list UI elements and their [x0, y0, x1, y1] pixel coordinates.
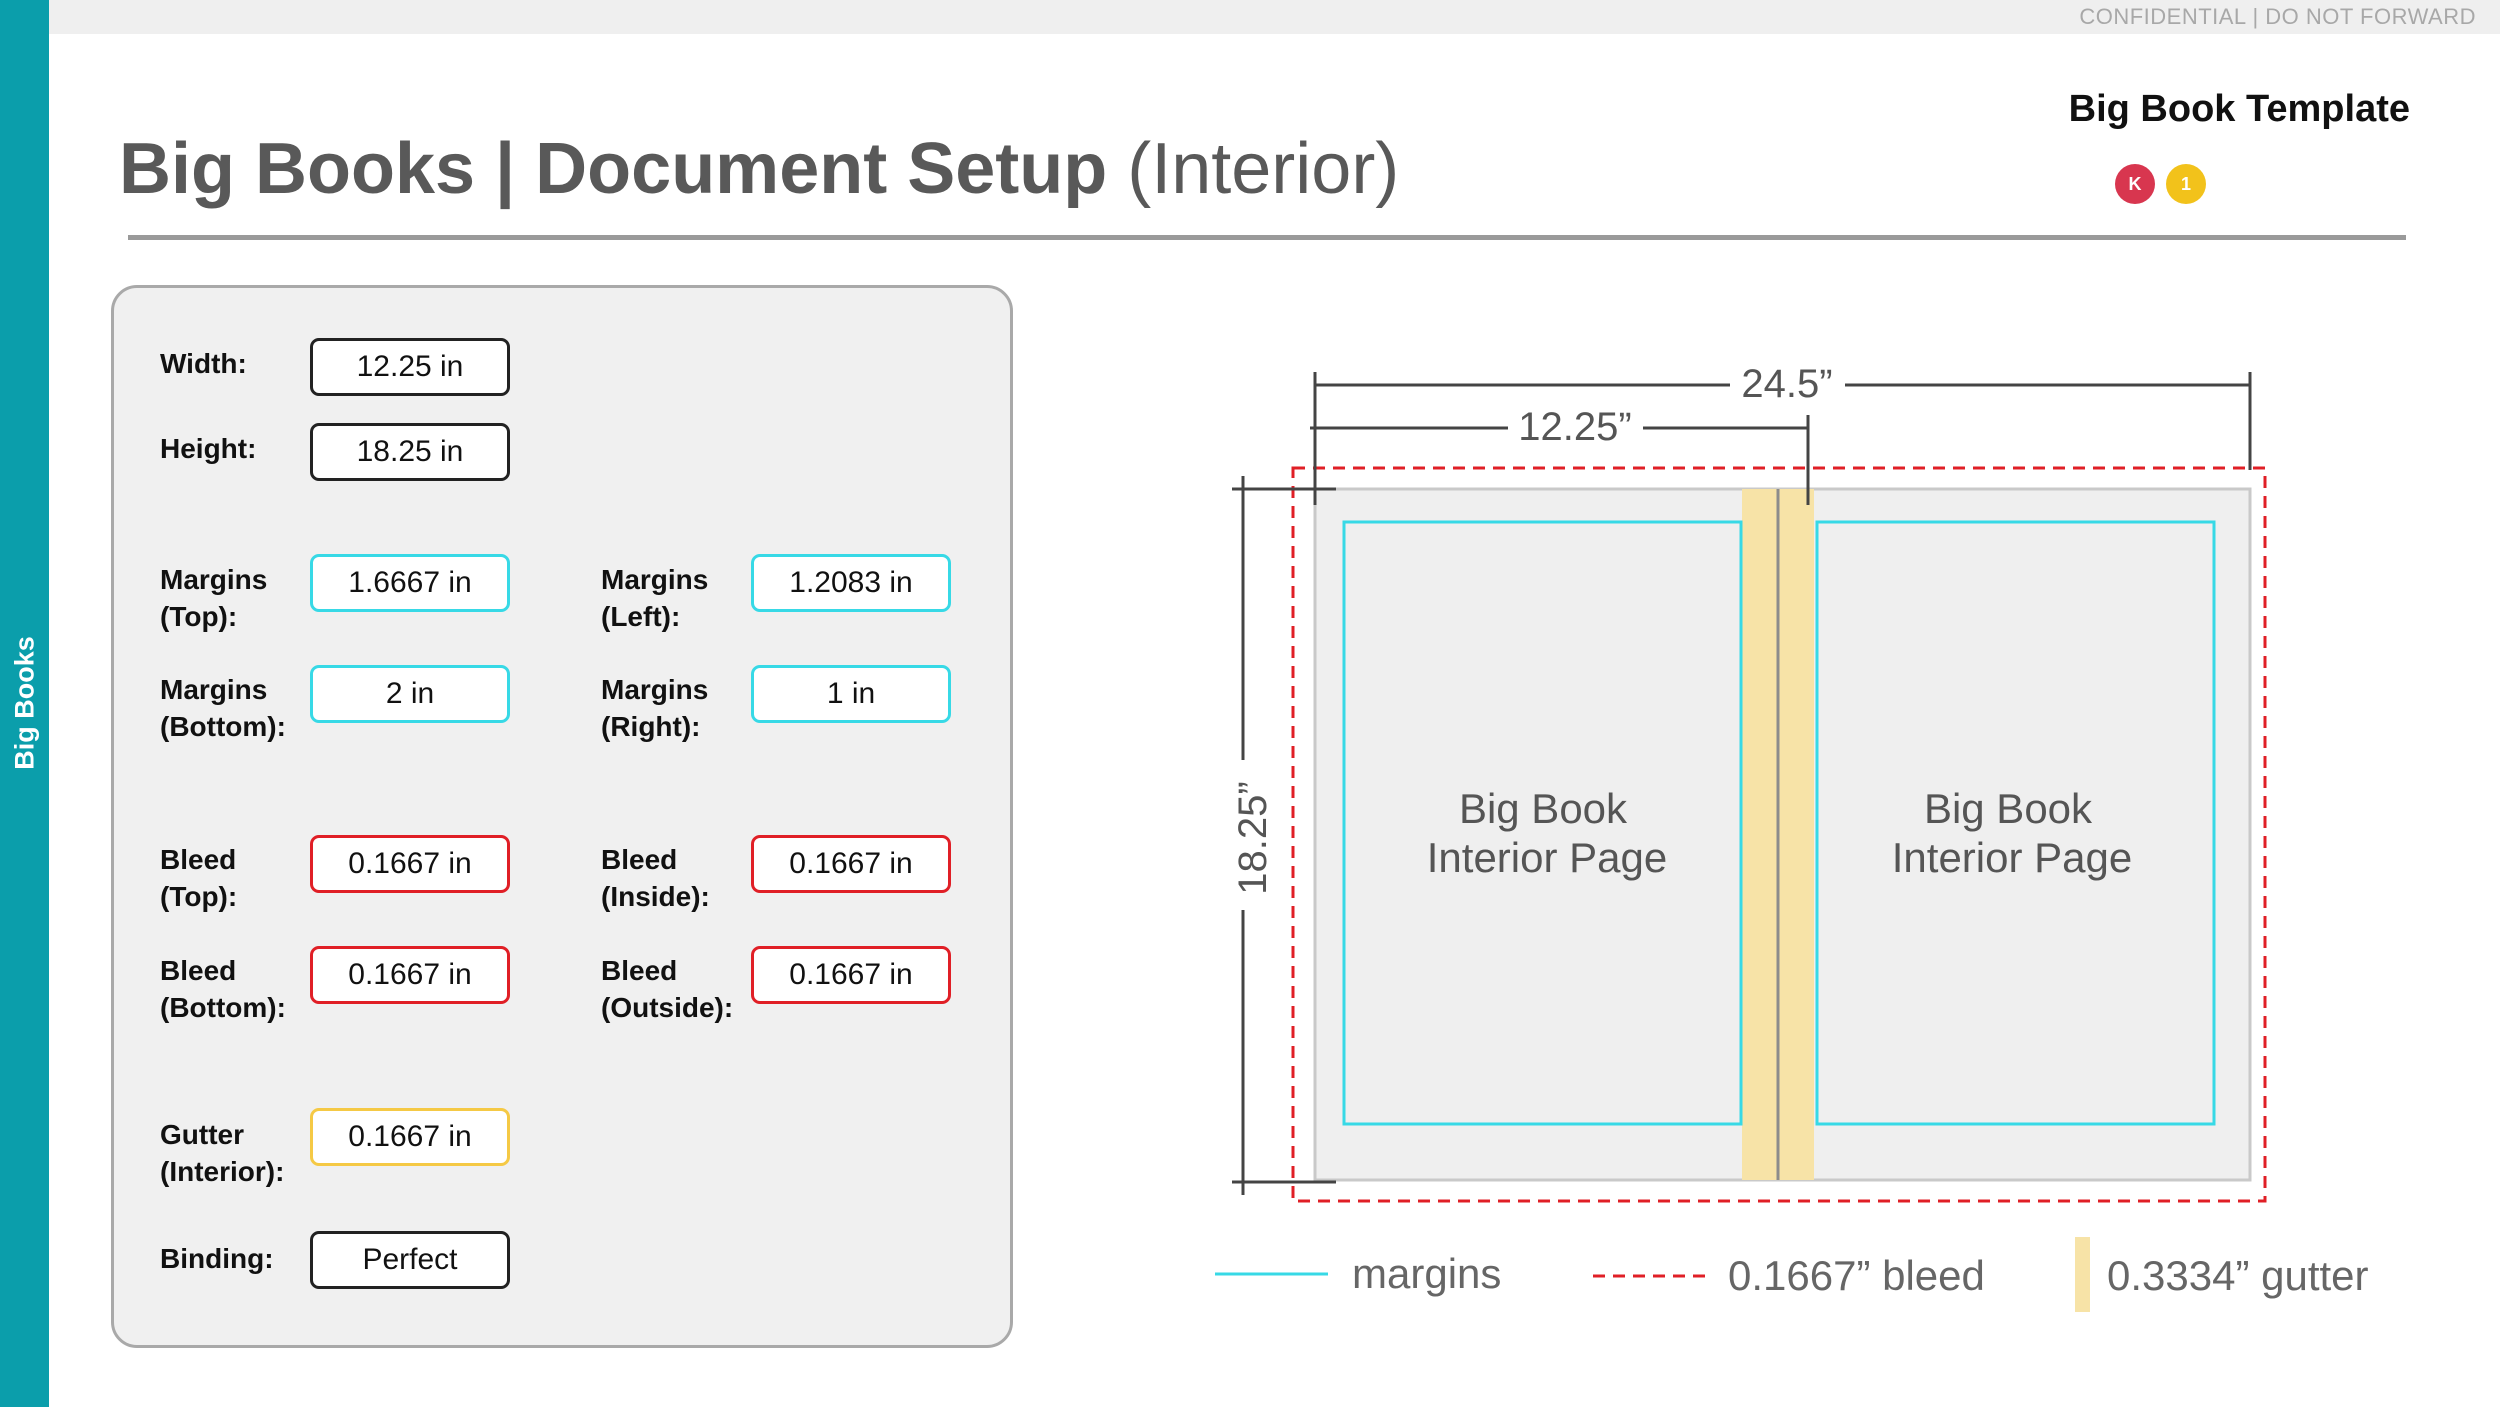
right-page-text-line1: Big Book: [1924, 785, 2093, 832]
legend-gutter-swatch: [2075, 1237, 2090, 1312]
legend-bleed-label: 0.1667” bleed: [1728, 1252, 1985, 1299]
legend-gutter-label: 0.3334” gutter: [2107, 1252, 2369, 1299]
spread-width-label: 24.5”: [1741, 362, 1832, 406]
left-page-text-line2: Interior Page: [1427, 834, 1667, 881]
left-page-text-line1: Big Book: [1459, 785, 1628, 832]
page-width-label: 12.25”: [1518, 405, 1631, 449]
page-height-label: 18.25”: [1231, 781, 1275, 894]
right-page-text-line2: Interior Page: [1892, 834, 2132, 881]
spread-diagram: 24.5” 12.25” 18.25” Big Book Interior Pa…: [1215, 362, 2267, 1312]
legend-margins-label: margins: [1352, 1250, 1502, 1297]
